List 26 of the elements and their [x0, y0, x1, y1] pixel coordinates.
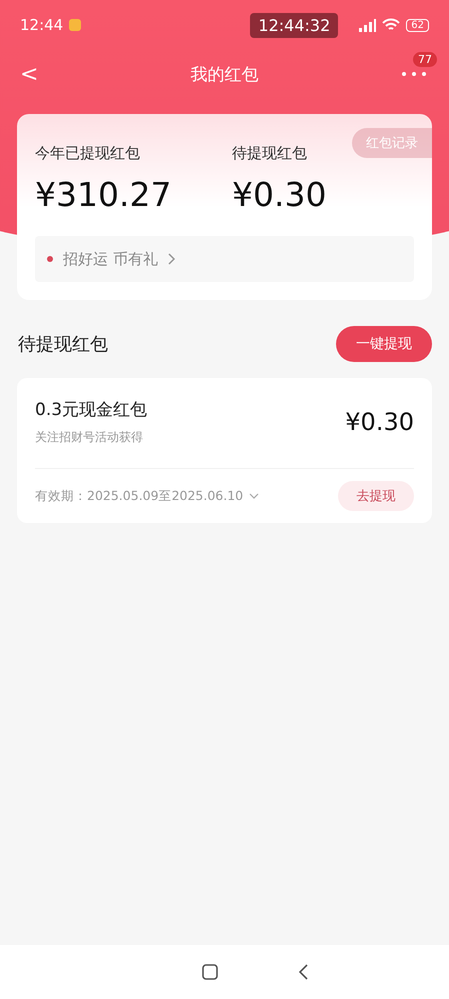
promo-link[interactable]: 招好运 币有礼 [35, 236, 414, 282]
back-icon[interactable] [298, 964, 308, 980]
section-title: 待提现红包 [18, 333, 108, 356]
stat-amount: ¥310.27 [35, 175, 172, 214]
wifi-icon [382, 18, 400, 32]
withdraw-button[interactable]: 去提现 [338, 481, 414, 511]
back-button[interactable]: < [20, 62, 38, 86]
stat-label: 今年已提现红包 [35, 144, 141, 163]
validity-period: 有效期：2025.05.09至2025.06.10 [35, 488, 244, 504]
page-title: 我的红包 [190, 64, 258, 86]
stat-label: 待提现红包 [232, 144, 308, 163]
signal-icon [358, 18, 376, 32]
notification-icon [69, 19, 82, 31]
home-icon[interactable] [202, 964, 218, 980]
notification-badge: 77 [413, 52, 437, 67]
status-time: 12:44 [20, 16, 64, 34]
withdraw-all-button[interactable]: 一键提现 [336, 326, 432, 362]
packet-amount: ¥0.30 [345, 408, 414, 436]
packet-source: 关注招财号活动获得 [35, 429, 144, 446]
more-icon [401, 72, 427, 76]
battery-indicator: 62 [406, 18, 429, 32]
packet-name: 0.3元现金红包 [35, 399, 148, 421]
stat-amount: ¥0.30 [232, 175, 328, 214]
chevron-icon [168, 253, 176, 265]
dot-icon [47, 256, 53, 262]
clock-overlay: 12:44:32 [250, 12, 338, 38]
